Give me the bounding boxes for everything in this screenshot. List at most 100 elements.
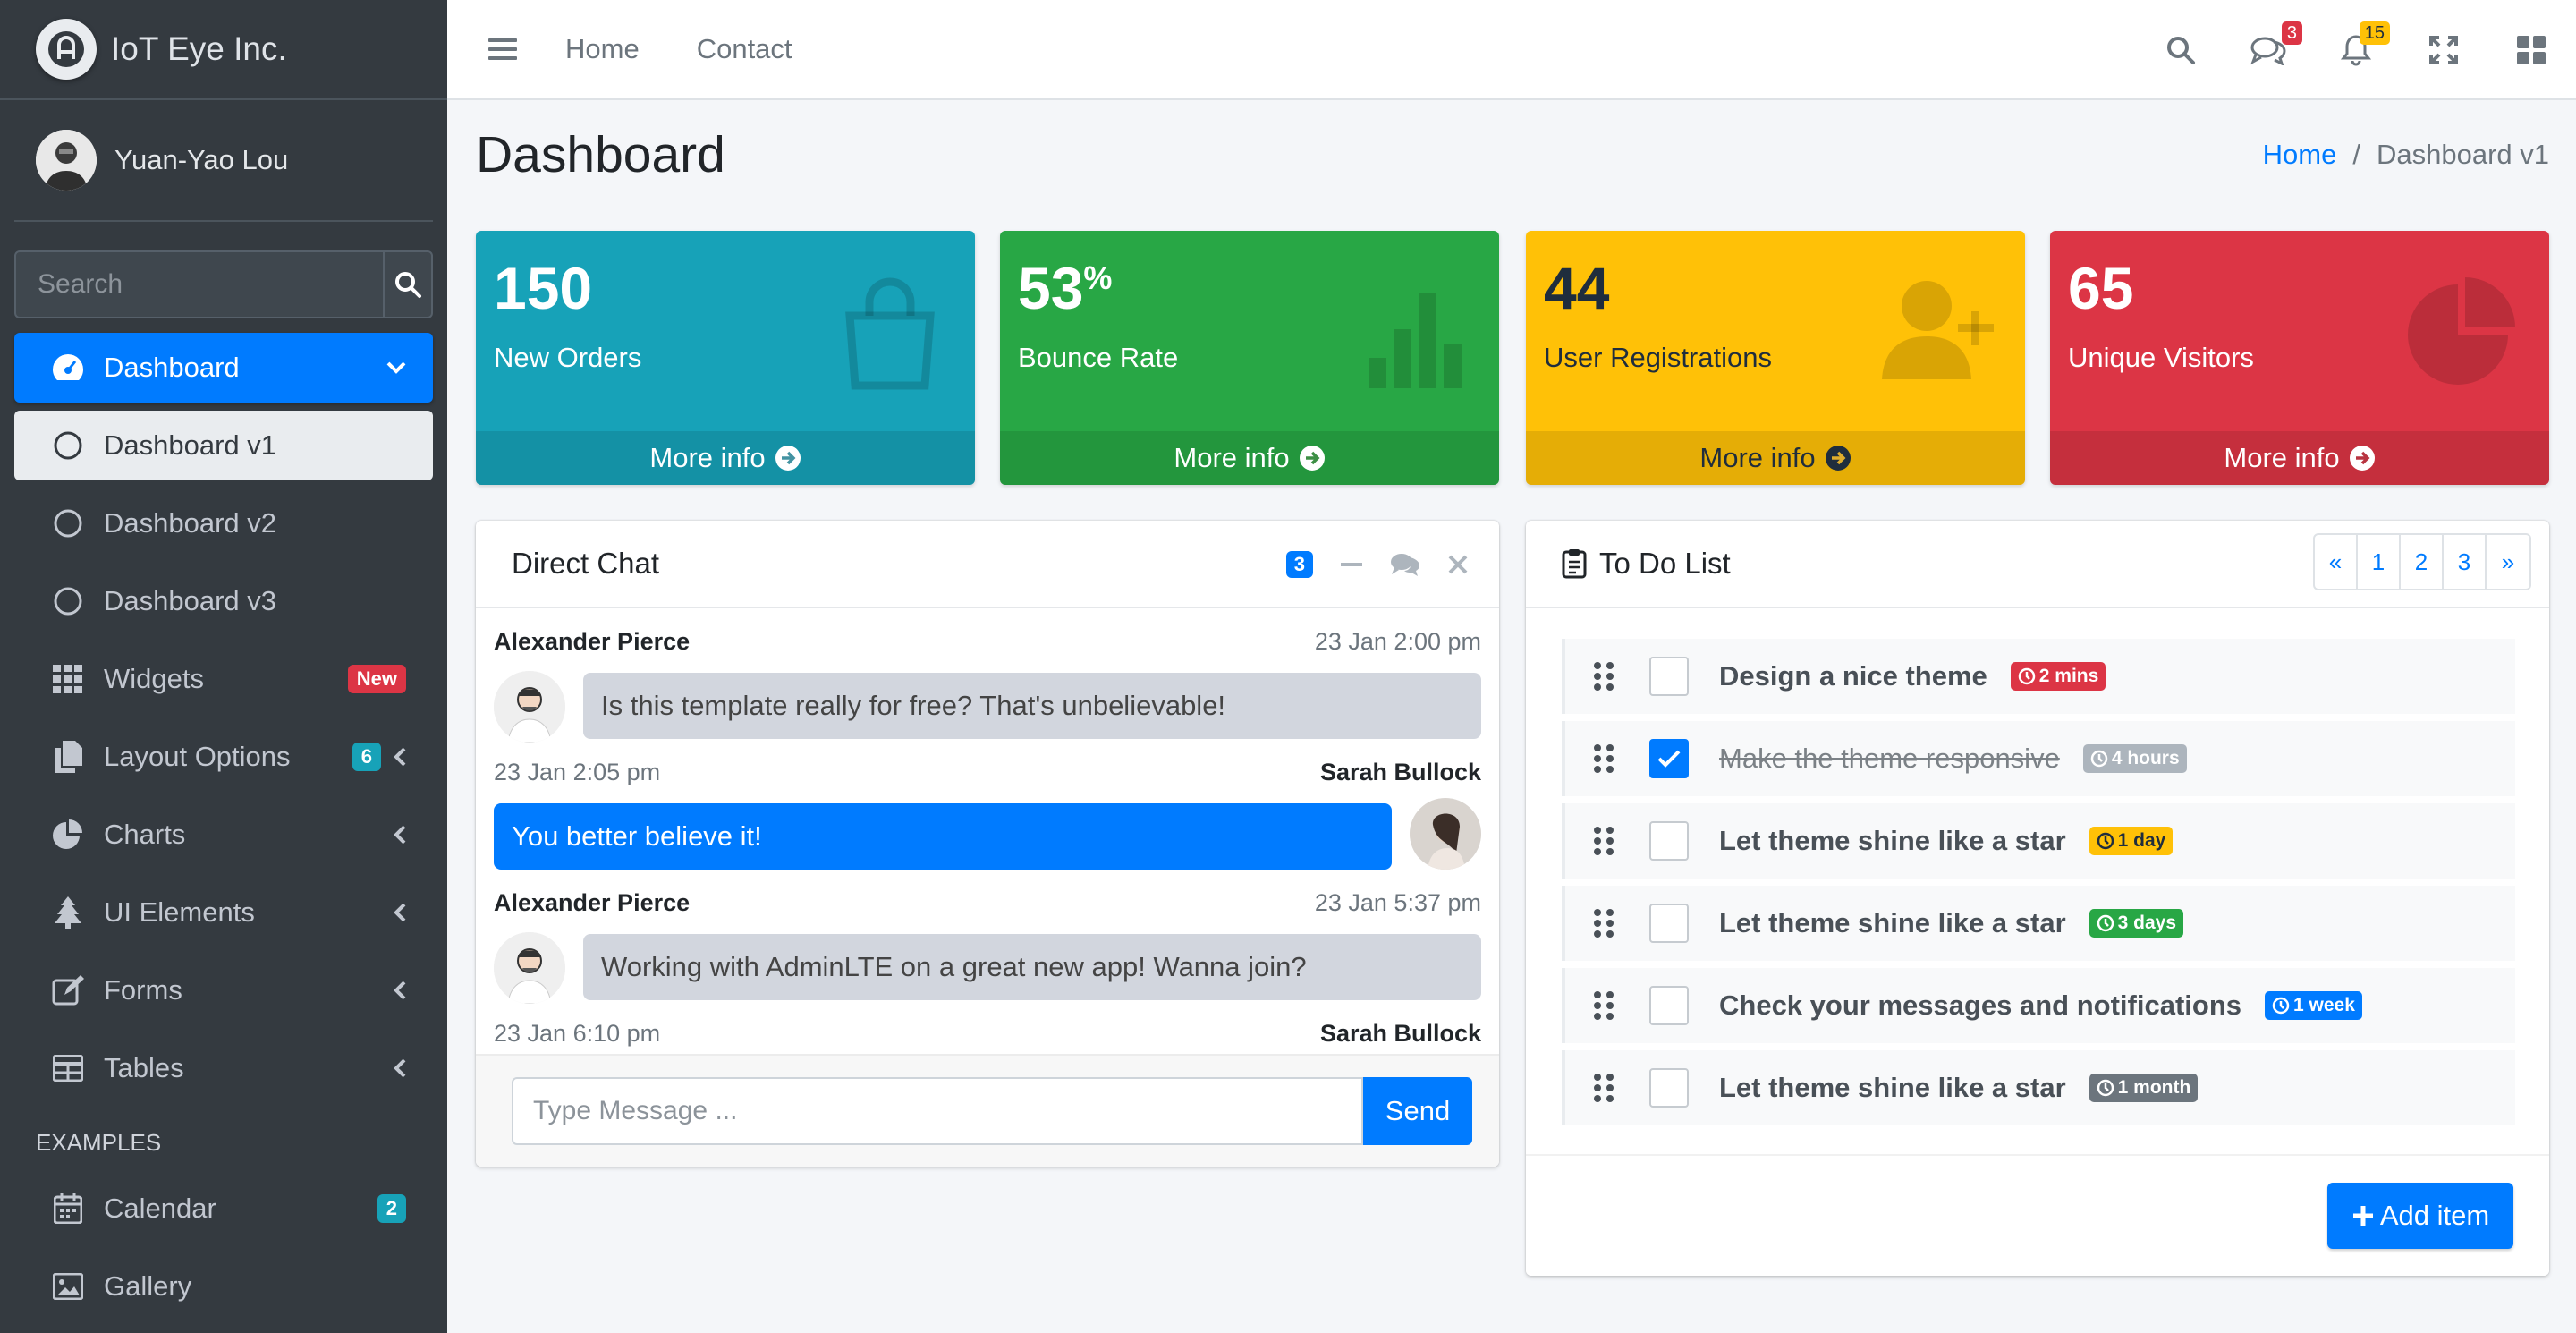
calendar-icon [50, 1191, 86, 1227]
drag-handle-icon[interactable] [1590, 661, 1619, 692]
todo-checkbox[interactable] [1649, 821, 1689, 861]
send-button[interactable]: Send [1363, 1077, 1472, 1145]
arrow-circle-right-icon [775, 446, 801, 471]
topbar-link-home[interactable]: Home [565, 33, 640, 65]
small-box-unique-visitors: 65 Unique Visitors More info [2050, 231, 2549, 485]
sidebar-item-layout-options[interactable]: Layout Options 6 [14, 722, 433, 792]
breadcrumb-home-link[interactable]: Home [2263, 139, 2337, 171]
sidebar-item-widgets[interactable]: Widgets New [14, 644, 433, 714]
sidebar-item-dashboard[interactable]: Dashboard [14, 333, 433, 403]
todo-time-badge: 3 days [2089, 909, 2184, 938]
chevron-left-icon [394, 981, 406, 1000]
hamburger-menu-button[interactable] [488, 38, 517, 61]
chevron-down-icon [386, 361, 406, 374]
message-avatar [494, 671, 565, 743]
sidebar-item-forms[interactable]: Forms [14, 955, 433, 1025]
todo-checkbox[interactable] [1649, 986, 1689, 1025]
box-more-info-link[interactable]: More info [2050, 431, 2549, 485]
sidebar-search-button[interactable] [383, 252, 431, 317]
message-bubble: Is this template really for free? That's… [583, 673, 1481, 739]
breadcrumb-separator: / [2352, 139, 2360, 170]
todo-time-badge: 1 month [2089, 1074, 2199, 1102]
search-icon [2167, 37, 2195, 64]
user-avatar [36, 130, 97, 191]
minus-icon[interactable] [1340, 553, 1363, 576]
todo-list-card: To Do List « 1 2 3 » Design a nice theme… [1526, 521, 2549, 1276]
control-sidebar-button[interactable] [2513, 32, 2549, 68]
tree-icon [50, 895, 86, 930]
topbar-search-button[interactable] [2163, 32, 2199, 68]
todo-checkbox[interactable] [1649, 904, 1689, 943]
chat-footer: Send [476, 1054, 1499, 1167]
page-3[interactable]: 3 [2444, 535, 2487, 589]
topbar-messages-button[interactable]: 3 [2250, 21, 2302, 68]
box-more-info-link[interactable]: More info [1000, 431, 1499, 485]
topbar-notifications-button[interactable]: 15 [2338, 21, 2390, 68]
message-author: Alexander Pierce [494, 889, 691, 916]
message-time: 23 Jan 5:37 pm [1314, 889, 1481, 916]
add-item-label: Add item [2379, 1200, 2490, 1231]
box-footer-label: More info [2224, 442, 2340, 473]
box-value: 65 [2068, 255, 2134, 321]
small-box-user-registrations: 44 User Registrations More info [1526, 231, 2025, 485]
circle-icon [50, 583, 86, 619]
box-footer-label: More info [1699, 442, 1816, 473]
comments-icon[interactable] [1390, 552, 1420, 577]
user-panel[interactable]: Yuan-Yao Lou [14, 100, 433, 222]
copy-icon [50, 739, 86, 775]
add-item-button[interactable]: Add item [2327, 1183, 2513, 1249]
count-badge: 6 [352, 743, 381, 771]
box-more-info-link[interactable]: More info [476, 431, 975, 485]
sidebar-search-input[interactable] [16, 252, 383, 317]
message-bubble: You better believe it! [494, 803, 1392, 870]
todo-checkbox[interactable] [1649, 739, 1689, 778]
circle-icon [50, 505, 86, 541]
fullscreen-button[interactable] [2426, 32, 2462, 68]
arrow-circle-right-icon [2349, 446, 2375, 471]
todo-text: Let theme shine like a star [1719, 1072, 2066, 1103]
page-1[interactable]: 1 [2358, 535, 2401, 589]
drag-handle-icon[interactable] [1590, 990, 1619, 1021]
th-large-icon [2517, 36, 2546, 64]
pie-chart-icon [2408, 277, 2515, 385]
sidebar-item-charts[interactable]: Charts [14, 800, 433, 870]
drag-handle-icon[interactable] [1590, 908, 1619, 938]
page-2[interactable]: 2 [2401, 535, 2444, 589]
sidebar-item-label: UI Elements [104, 896, 255, 928]
message-time: 23 Jan 6:10 pm [494, 1020, 661, 1047]
todo-time-badge: 1 day [2089, 827, 2174, 855]
message-author: Sarah Bullock [1319, 1020, 1481, 1047]
sidebar-item-label: Gallery [104, 1270, 192, 1302]
brand-name: IoT Eye Inc. [111, 30, 287, 67]
sidebar-item-dashboard-v1[interactable]: Dashboard v1 [14, 411, 433, 480]
sidebar-item-dashboard-v3[interactable]: Dashboard v3 [14, 566, 433, 636]
sidebar-nav: Dashboard Dashboard v1 Dashboard v2 Dash… [14, 333, 433, 1329]
page-prev[interactable]: « [2315, 535, 2358, 589]
box-more-info-link[interactable]: More info [1526, 431, 2025, 485]
brand-link[interactable]: IoT Eye Inc. [0, 0, 447, 100]
sidebar-item-gallery[interactable]: Gallery [14, 1252, 433, 1321]
sidebar-item-dashboard-v2[interactable]: Dashboard v2 [14, 488, 433, 558]
sidebar-item-calendar[interactable]: Calendar 2 [14, 1174, 433, 1244]
message-author: Alexander Pierce [494, 628, 691, 655]
user-name[interactable]: Yuan-Yao Lou [114, 144, 288, 176]
sidebar-item-label: Dashboard v2 [104, 507, 277, 539]
todo-checkbox[interactable] [1649, 657, 1689, 696]
box-value: 150 [494, 255, 593, 321]
message-meta: Sarah Bullock 23 Jan 6:10 pm [494, 1020, 1481, 1048]
breadcrumb-current: Dashboard v1 [2376, 139, 2549, 170]
check-icon [1657, 750, 1681, 768]
todo-checkbox[interactable] [1649, 1068, 1689, 1108]
drag-handle-icon[interactable] [1590, 1073, 1619, 1103]
drag-handle-icon[interactable] [1590, 826, 1619, 856]
drag-handle-icon[interactable] [1590, 743, 1619, 774]
page-next[interactable]: » [2487, 535, 2529, 589]
sidebar-item-ui-elements[interactable]: UI Elements [14, 878, 433, 947]
card-title: Direct Chat [512, 547, 660, 580]
todo-item: Check your messages and notifications 1 … [1562, 968, 2515, 1043]
topbar-link-contact[interactable]: Contact [697, 33, 792, 65]
sidebar-item-label: Charts [104, 819, 186, 850]
chat-message-input[interactable] [512, 1077, 1363, 1145]
sidebar-item-tables[interactable]: Tables [14, 1033, 433, 1103]
close-icon[interactable] [1447, 554, 1469, 575]
